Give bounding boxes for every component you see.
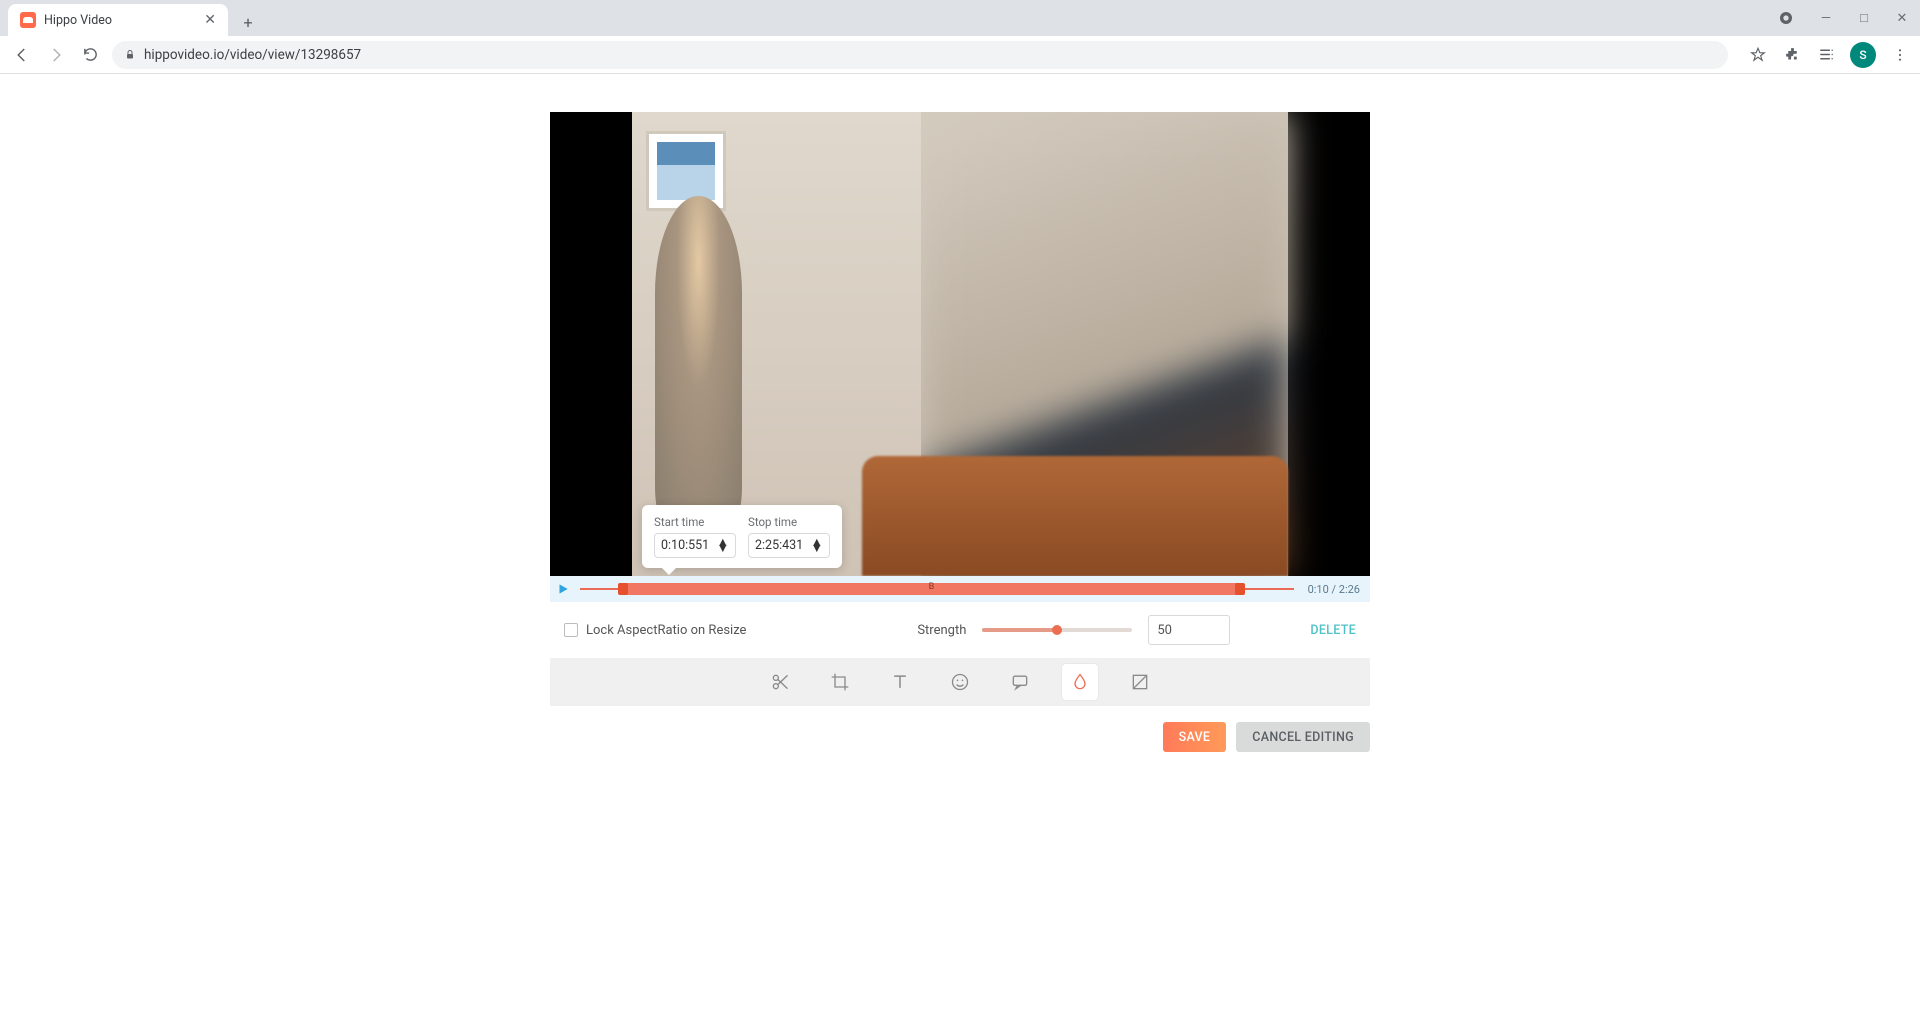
time-readout: 0:10 / 2:26 xyxy=(1298,583,1370,596)
blur-tool[interactable] xyxy=(1062,664,1098,700)
checkbox-icon[interactable] xyxy=(564,623,578,637)
nav-reload-button[interactable] xyxy=(78,43,102,67)
options-row: Lock AspectRatio on Resize Strength DELE… xyxy=(550,602,1370,658)
nav-back-button[interactable] xyxy=(10,43,34,67)
window-maximize-icon[interactable]: □ xyxy=(1854,10,1874,26)
start-time-spinner[interactable]: ▲▼ xyxy=(717,540,729,552)
tab-close-icon[interactable]: ✕ xyxy=(204,12,216,28)
url-field[interactable]: hippovideo.io/video/view/13298657 xyxy=(112,41,1728,69)
video-editor: Start time 0:10:551 ▲▼ Stop time 2:25:43… xyxy=(550,112,1370,706)
browser-chrome: Hippo Video ✕ + — □ ✕ hippovideo.io/vide… xyxy=(0,0,1920,74)
timeline-track[interactable]: B xyxy=(580,581,1294,597)
time-range-tooltip: Start time 0:10:551 ▲▼ Stop time 2:25:43… xyxy=(642,505,842,568)
window-minimize-icon[interactable]: — xyxy=(1816,11,1836,26)
stop-time-label: Stop time xyxy=(748,515,830,529)
tool-toolbar xyxy=(550,658,1370,706)
callout-tool[interactable] xyxy=(1002,664,1038,700)
account-circle-icon[interactable] xyxy=(1778,10,1798,26)
tab-title: Hippo Video xyxy=(44,13,112,28)
cut-tool[interactable] xyxy=(762,664,798,700)
range-handle-end[interactable] xyxy=(1235,583,1245,595)
strength-slider[interactable] xyxy=(982,628,1132,632)
timeline: B 0:10 / 2:26 xyxy=(550,576,1370,602)
lock-aspect-ratio-toggle[interactable]: Lock AspectRatio on Resize xyxy=(564,623,746,638)
lock-icon xyxy=(124,49,136,61)
person-figure xyxy=(655,196,742,521)
browser-tab[interactable]: Hippo Video ✕ xyxy=(8,4,228,36)
start-time-field: Start time 0:10:551 ▲▼ xyxy=(654,515,736,558)
address-bar: hippovideo.io/video/view/13298657 S xyxy=(0,36,1920,74)
strength-control: Strength xyxy=(917,615,1230,645)
emoji-tool[interactable] xyxy=(942,664,978,700)
window-controls: — □ ✕ xyxy=(1778,0,1912,36)
stop-time-input[interactable]: 2:25:431 ▲▼ xyxy=(748,533,830,558)
window-close-icon[interactable]: ✕ xyxy=(1892,11,1912,26)
start-time-input[interactable]: 0:10:551 ▲▼ xyxy=(654,533,736,558)
slider-thumb[interactable] xyxy=(1052,625,1062,635)
profile-avatar[interactable]: S xyxy=(1850,42,1876,68)
avatar-initial: S xyxy=(1859,48,1866,62)
play-button[interactable] xyxy=(550,576,576,602)
chair-prop xyxy=(862,456,1288,576)
strength-label: Strength xyxy=(917,623,966,638)
extensions-icon[interactable] xyxy=(1782,45,1802,65)
stop-time-field: Stop time 2:25:431 ▲▼ xyxy=(748,515,830,558)
resize-tool[interactable] xyxy=(1122,664,1158,700)
page-body: Start time 0:10:551 ▲▼ Stop time 2:25:43… xyxy=(0,74,1920,752)
new-tab-button[interactable]: + xyxy=(234,8,262,36)
kebab-menu-icon[interactable] xyxy=(1890,45,1910,65)
star-icon[interactable] xyxy=(1748,45,1768,65)
range-label: B xyxy=(929,582,935,592)
delete-button[interactable]: DELETE xyxy=(1310,623,1356,638)
reading-list-icon[interactable] xyxy=(1816,45,1836,65)
nav-forward-button[interactable] xyxy=(44,43,68,67)
total-time: 2:26 xyxy=(1339,583,1360,596)
text-tool[interactable] xyxy=(882,664,918,700)
save-button[interactable]: SAVE xyxy=(1163,722,1227,752)
strength-input[interactable] xyxy=(1148,615,1230,645)
crop-tool[interactable] xyxy=(822,664,858,700)
stop-time-spinner[interactable]: ▲▼ xyxy=(811,540,823,552)
stop-time-value: 2:25:431 xyxy=(755,538,803,553)
lock-aspect-ratio-label: Lock AspectRatio on Resize xyxy=(586,623,746,638)
tab-bar: Hippo Video ✕ + — □ ✕ xyxy=(0,0,1920,36)
address-bar-right: S xyxy=(1748,42,1910,68)
cancel-editing-button[interactable]: CANCEL EDITING xyxy=(1236,722,1370,752)
video-preview[interactable]: Start time 0:10:551 ▲▼ Stop time 2:25:43… xyxy=(550,112,1370,576)
start-time-label: Start time xyxy=(654,515,736,529)
start-time-value: 0:10:551 xyxy=(661,538,709,553)
range-bar[interactable]: B xyxy=(623,583,1240,595)
url-text: hippovideo.io/video/view/13298657 xyxy=(144,47,361,63)
range-handle-start[interactable] xyxy=(618,583,628,595)
slider-fill xyxy=(982,628,1057,632)
editor-footer: SAVE CANCEL EDITING xyxy=(550,706,1370,752)
current-time: 0:10 xyxy=(1308,583,1329,596)
favicon-icon xyxy=(20,12,36,28)
